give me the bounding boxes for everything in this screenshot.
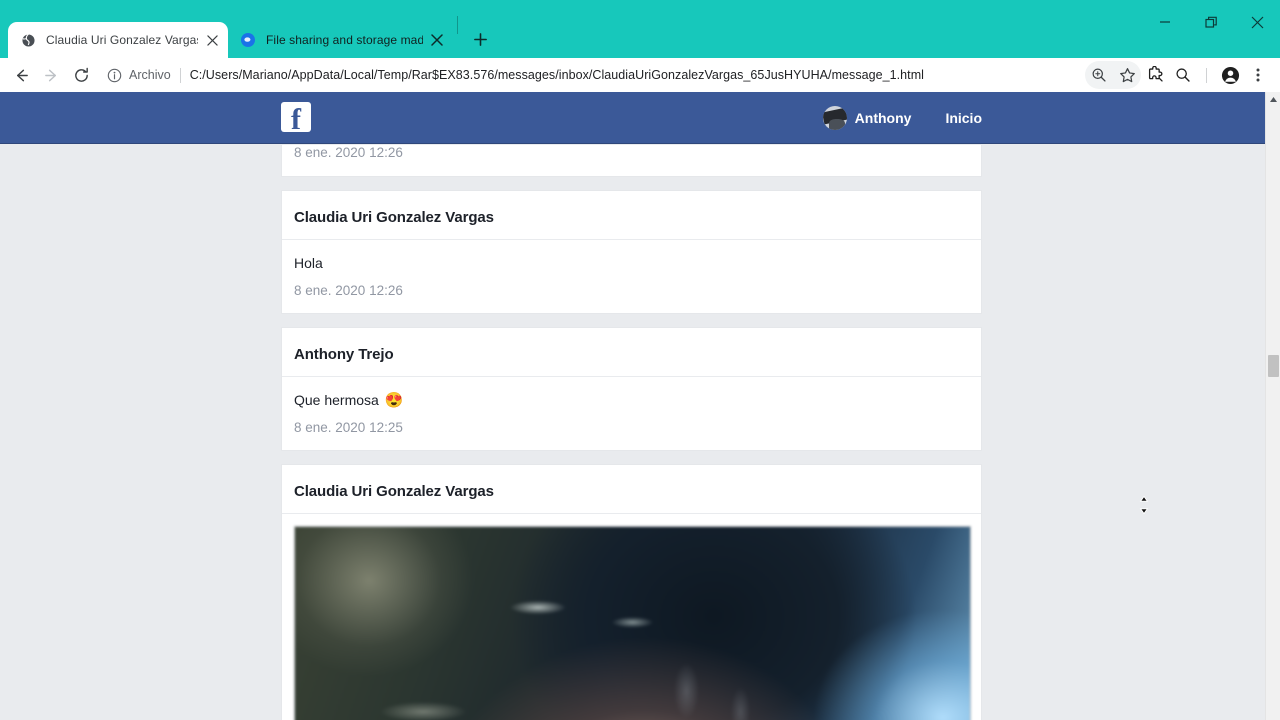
avatar[interactable] [822,106,847,130]
zoom-in-icon[interactable] [1085,61,1113,89]
profile-avatar-icon[interactable] [1216,61,1244,89]
browser-toolbar: Archivo C:/Users/Mariano/AppData/Local/T… [0,58,1280,92]
globe-icon [20,32,36,48]
message-photo-wrapper [282,514,981,720]
browser-tab-active[interactable]: Claudia Uri Gonzalez Vargas [8,22,228,58]
forward-arrow-icon [36,60,66,90]
more-menu-icon[interactable] [1244,61,1272,89]
page-scrollbar[interactable] [1265,92,1280,720]
tab-separator [457,15,458,34]
browser-tab-inactive[interactable]: File sharing and storage made si [228,22,453,58]
message-text-row: Hola [282,240,981,271]
close-window-button[interactable] [1234,0,1280,44]
close-icon[interactable] [202,30,222,50]
minimize-button[interactable] [1142,0,1188,44]
omnibox-actions [1085,61,1141,89]
heart-eyes-emoji-icon: 😍 [384,391,404,409]
url-scheme-label: Archivo [129,68,171,82]
maximize-restore-icon[interactable] [1188,0,1234,44]
header-home-link[interactable]: Inicio [945,110,982,126]
tab-title: File sharing and storage made si [266,33,423,47]
page-viewport: f Anthony Inicio 8 ene. 2020 12:26 Claud… [0,92,1280,720]
scroll-thumb[interactable] [1268,355,1279,377]
window-controls [1142,0,1280,44]
search-icon[interactable] [1169,61,1197,89]
message-author: Claudia Uri Gonzalez Vargas [282,191,981,240]
omnibox-divider [179,67,181,83]
url-text: C:/Users/Mariano/AppData/Local/Temp/Rar$… [189,68,924,82]
message-list: 8 ene. 2020 12:26 Claudia Uri Gonzalez V… [281,145,982,720]
address-bar[interactable]: Archivo C:/Users/Mariano/AppData/Local/T… [102,62,1085,88]
browser-window: Claudia Uri Gonzalez Vargas File sharing… [0,0,1280,720]
reload-icon[interactable] [66,60,96,90]
extensions-icon[interactable] [1141,61,1169,89]
message-card: Claudia Uri Gonzalez Vargas Hola 8 ene. … [281,190,982,314]
facebook-logo-icon[interactable]: f [281,102,311,132]
toolbar-divider [1206,67,1207,83]
tab-title: Claudia Uri Gonzalez Vargas [46,33,198,47]
back-arrow-icon[interactable] [6,60,36,90]
message-author: Anthony Trejo [282,328,981,377]
blue-dot-icon [240,32,256,48]
message-timestamp: 8 ene. 2020 12:26 [294,145,403,160]
scroll-up-arrow-icon[interactable] [1266,92,1280,107]
new-tab-button[interactable] [466,25,494,53]
message-timestamp: 8 ene. 2020 12:25 [294,420,403,435]
close-icon[interactable] [427,30,447,50]
facebook-header-right: Anthony Inicio [822,92,982,144]
message-photo[interactable] [294,526,971,720]
facebook-logo-letter: f [291,103,301,133]
message-card: Anthony Trejo Que hermosa 😍 8 ene. 2020 … [281,327,982,451]
message-card: 8 ene. 2020 12:26 [281,145,982,177]
header-user-name[interactable]: Anthony [855,110,912,126]
resize-cursor-icon [1136,495,1152,515]
message-card: Claudia Uri Gonzalez Vargas [281,464,982,720]
message-timestamp: 8 ene. 2020 12:26 [294,283,403,298]
bookmark-star-icon[interactable] [1113,61,1141,89]
facebook-header: f Anthony Inicio [0,92,1280,144]
message-text: Que hermosa [294,392,379,408]
message-text: Hola [294,255,323,271]
message-text-row: Que hermosa 😍 [282,377,981,408]
message-author: Claudia Uri Gonzalez Vargas [282,465,981,514]
tab-strip: Claudia Uri Gonzalez Vargas File sharing… [0,0,1280,58]
info-circle-icon[interactable] [102,63,126,87]
